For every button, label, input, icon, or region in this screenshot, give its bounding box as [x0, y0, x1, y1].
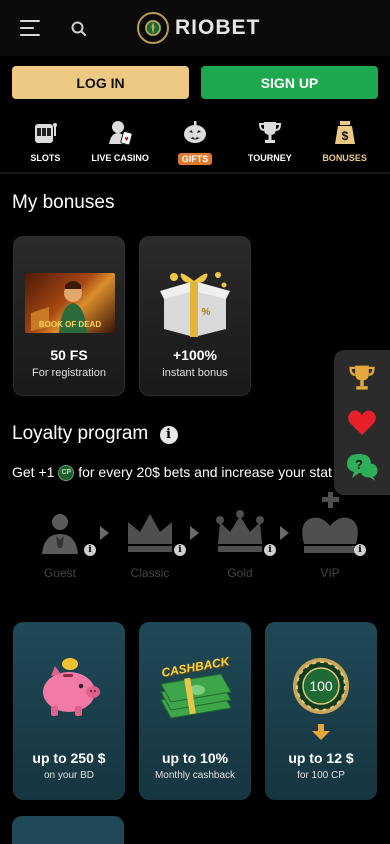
search-icon[interactable]: [70, 20, 88, 38]
loyalty-description-suffix: for every 20$ bets and increase your sta…: [78, 464, 332, 480]
level-info-icon[interactable]: i: [174, 544, 186, 556]
brand-logo-icon: [137, 12, 169, 44]
crown-gold-icon: [214, 508, 266, 559]
live-dealer-icon: ♥: [105, 118, 135, 146]
book-of-dead-image: BOOK OF DEAD: [25, 273, 115, 333]
loyalty-description-prefix: Get +1: [12, 464, 55, 480]
my-bonuses-title: My bonuses: [12, 192, 115, 213]
level-name: Classic: [130, 566, 170, 580]
gift-box-icon: %: [154, 267, 238, 337]
perk-card-exchange[interactable]: 100 up to 12 $ for 100 CP: [265, 622, 377, 800]
brand-logo[interactable]: RIOBET: [137, 12, 260, 44]
level-arrow-icon: [190, 526, 199, 540]
floating-side-panel: ?: [334, 350, 390, 495]
chip-value: 100: [309, 678, 333, 694]
tab-gifts[interactable]: GIFTS: [160, 118, 230, 170]
perk-subtitle: Monthly cashback: [154, 770, 236, 781]
tab-gifts-label: GIFTS: [177, 153, 213, 165]
arrow-down-icon: [312, 724, 330, 740]
login-button[interactable]: LOG IN: [12, 66, 189, 99]
perk-card-birthday[interactable]: up to 250 $ on your BD: [13, 622, 125, 800]
perk-card-cashback[interactable]: CASHBACK up to 10% Monthly cashback: [139, 622, 251, 800]
tab-live-casino[interactable]: ♥ LIVE CASINO: [85, 118, 155, 170]
svg-text:♥: ♥: [125, 136, 129, 143]
tab-live-casino-label: LIVE CASINO: [91, 153, 149, 163]
loyalty-description: Get +1 CP for every 20$ bets and increas…: [12, 464, 332, 482]
cashback-money-icon: CASHBACK: [157, 654, 235, 733]
info-icon[interactable]: i: [159, 426, 178, 444]
trophy-icon[interactable]: [345, 360, 379, 394]
guest-icon: [38, 510, 82, 559]
level-gold[interactable]: i Gold: [200, 498, 280, 588]
perk-subtitle: on your BD: [43, 770, 95, 781]
tabs-divider: [0, 172, 390, 174]
level-info-icon[interactable]: i: [264, 544, 276, 556]
tab-slots-label: SLOTS: [30, 153, 61, 163]
slot-machine-icon: [30, 118, 60, 146]
trophy-icon: [255, 118, 285, 146]
svg-text:%: %: [202, 307, 211, 318]
loyalty-title-row: Loyalty program i: [12, 423, 178, 445]
level-arrow-icon: [280, 526, 289, 540]
perk-subtitle: for 100 CP: [297, 770, 345, 781]
tab-bonuses[interactable]: $ BONUSES: [310, 118, 380, 170]
svg-text:$: $: [341, 129, 348, 143]
cp-badge-icon: CP: [58, 465, 75, 482]
brand-name: RIOBET: [175, 16, 261, 39]
level-name: Guest: [43, 566, 76, 580]
chip-exchange-icon: 100: [291, 656, 351, 740]
loyalty-levels: i Guest i Classic i Gold i VIP: [0, 492, 390, 588]
perk-value: up to 12 $: [288, 750, 354, 766]
bonus-subtitle: instant bonus: [162, 367, 228, 379]
tab-tourney-label: TOURNEY: [247, 153, 292, 163]
level-vip[interactable]: i VIP: [290, 492, 370, 588]
book-of-dead-title: BOOK OF DEAD: [38, 320, 102, 329]
tab-slots[interactable]: SLOTS: [10, 118, 80, 170]
bonus-card-free-spins[interactable]: BOOK OF DEAD 50 FS For registration: [13, 236, 125, 396]
bonus-value: 50 FS: [50, 347, 88, 363]
chat-help-icon[interactable]: ?: [345, 450, 379, 484]
perk-card-next[interactable]: [12, 816, 124, 844]
level-arrow-icon: [100, 526, 109, 540]
pumpkin-icon: [180, 118, 210, 146]
level-guest[interactable]: i Guest: [20, 498, 100, 588]
level-info-icon[interactable]: i: [84, 544, 96, 556]
bonus-value: +100%: [173, 347, 217, 363]
level-classic[interactable]: i Classic: [110, 498, 190, 588]
piggy-bank-icon: [37, 654, 103, 725]
svg-text:?: ?: [355, 457, 363, 472]
top-bar: RIOBET: [0, 0, 390, 56]
heart-icon[interactable]: [345, 406, 379, 440]
auth-buttons: LOG IN SIGN UP: [12, 66, 378, 99]
level-name: Gold: [227, 566, 253, 580]
crown-vip-icon: [298, 492, 362, 559]
perk-value: up to 10%: [161, 750, 229, 766]
bonus-subtitle: For registration: [32, 367, 106, 379]
menu-icon[interactable]: [20, 20, 40, 36]
level-info-icon[interactable]: i: [354, 544, 366, 556]
level-name: VIP: [320, 566, 340, 580]
perk-value: up to 250 $: [32, 750, 106, 766]
category-tabs: SLOTS ♥ LIVE CASINO GIFTS TOURNEY $ BONU…: [0, 118, 390, 170]
bonus-card-instant[interactable]: % +100% instant bonus: [139, 236, 251, 396]
tab-bonuses-label: BONUSES: [322, 153, 367, 163]
signup-button[interactable]: SIGN UP: [201, 66, 378, 99]
tab-tourney[interactable]: TOURNEY: [235, 118, 305, 170]
money-bag-icon: $: [330, 118, 360, 146]
loyalty-title: Loyalty program: [12, 423, 149, 444]
crown-classic-icon: [124, 510, 176, 559]
